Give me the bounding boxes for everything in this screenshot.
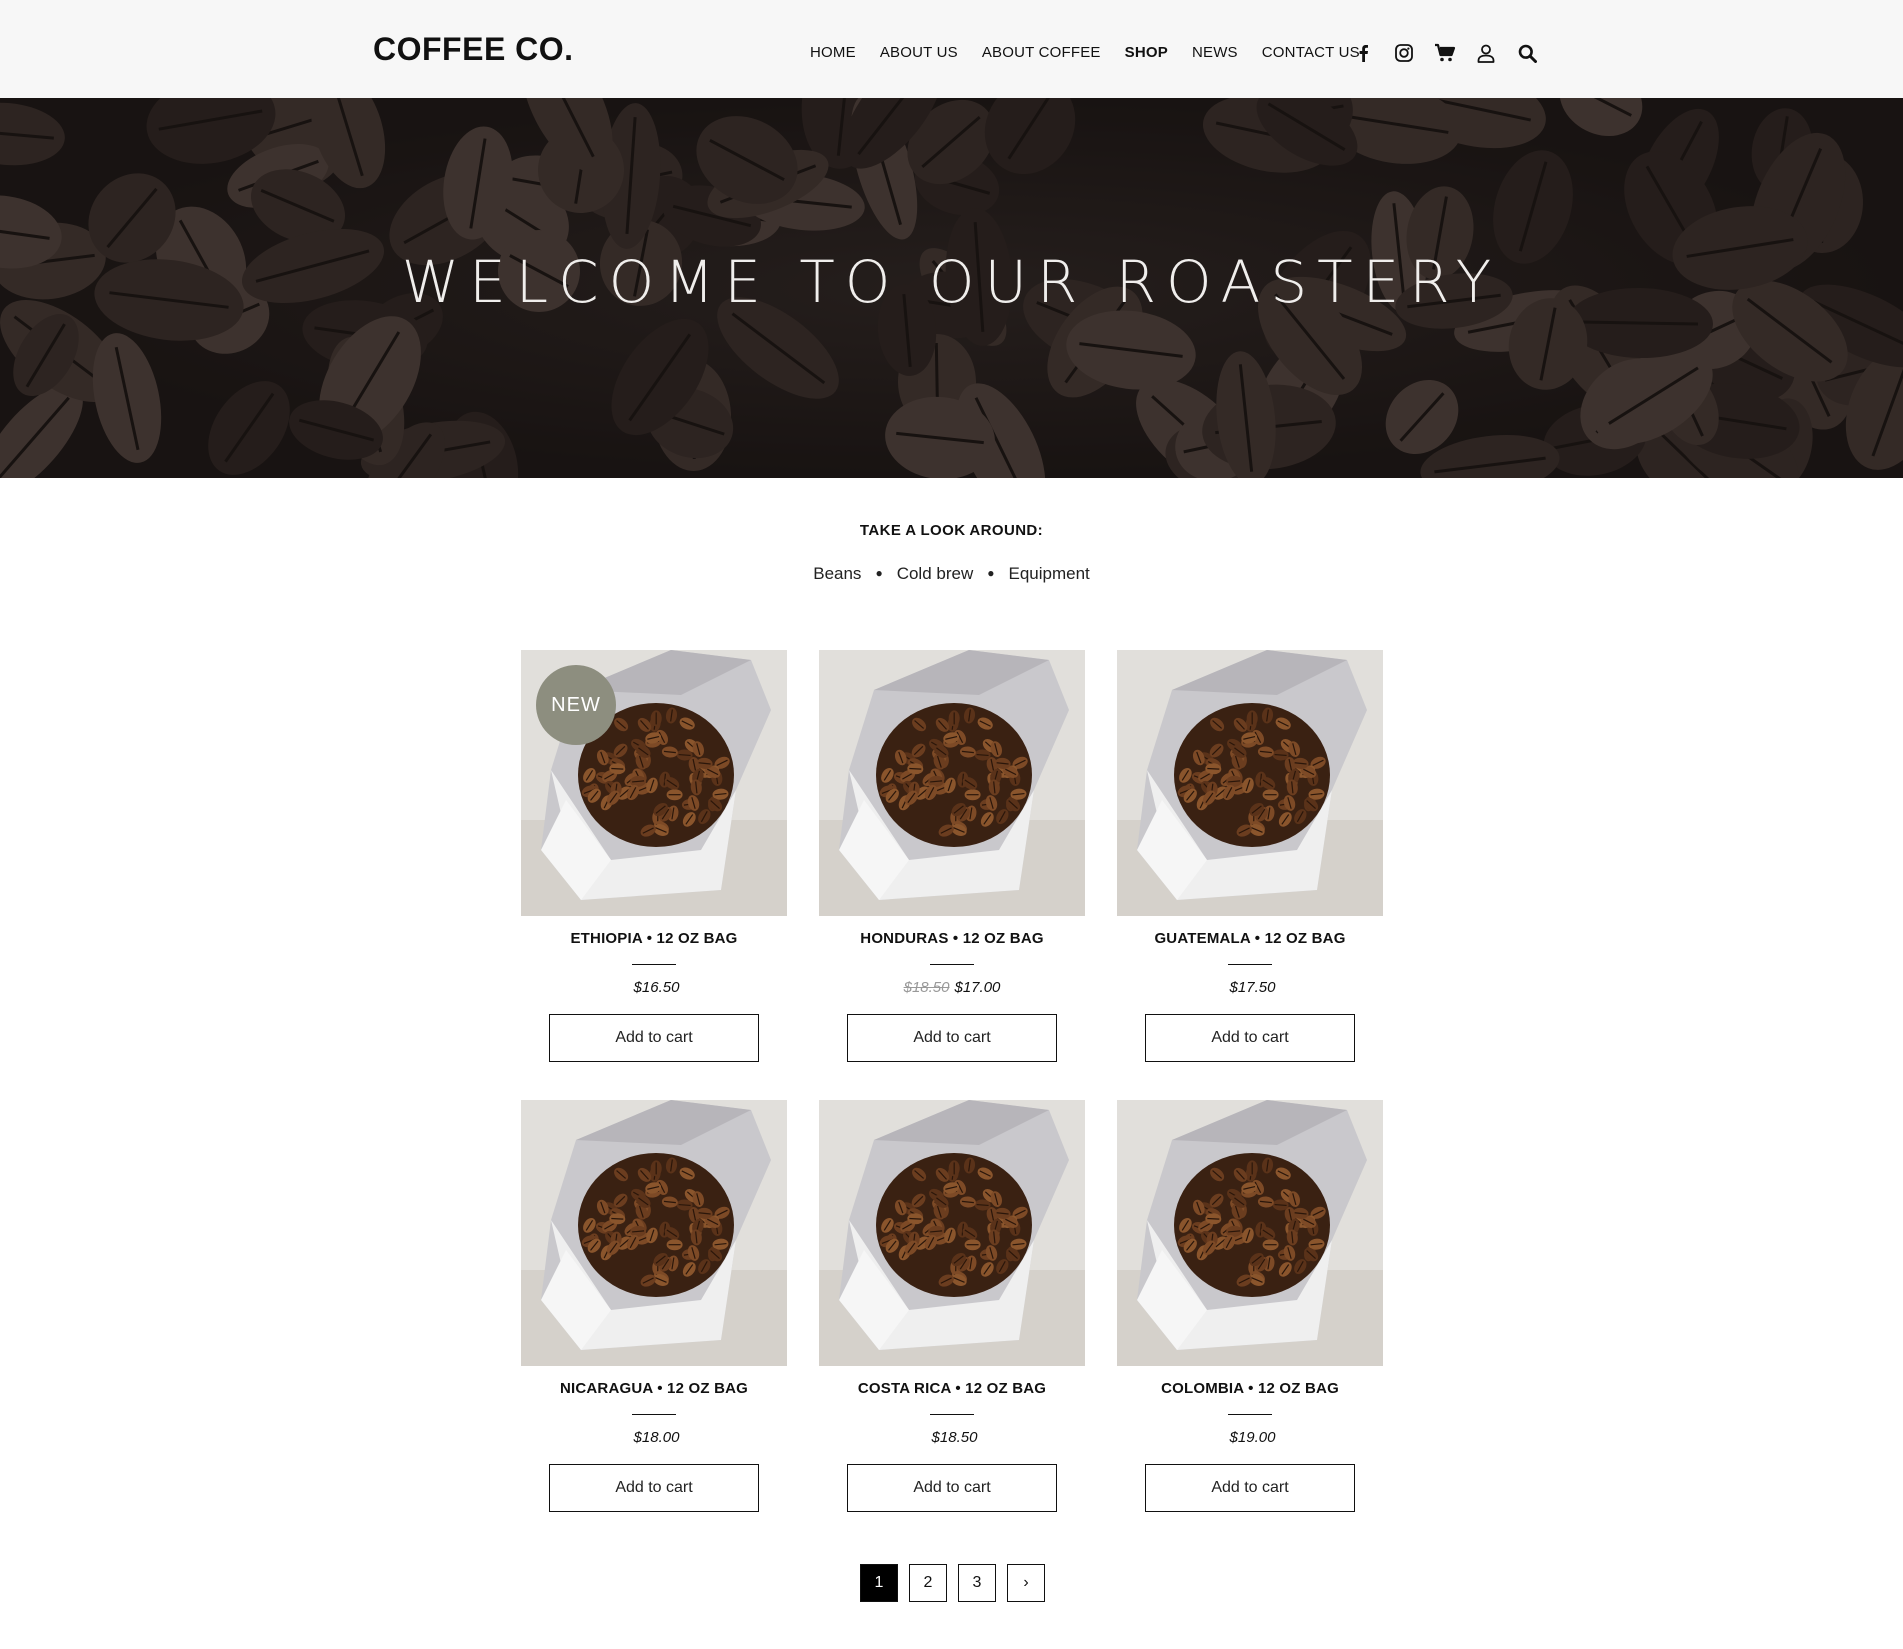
hero-banner: WELCOME TO OUR ROASTERY — [0, 98, 1903, 478]
category-cold-brew[interactable]: Cold brew — [897, 564, 974, 583]
facebook-icon[interactable] — [1352, 42, 1374, 64]
separator-dot: ● — [987, 566, 995, 580]
nav-about-us[interactable]: ABOUT US — [880, 44, 958, 61]
coffee-bag-image — [1117, 650, 1383, 916]
nav-home[interactable]: HOME — [810, 44, 856, 61]
nav-news[interactable]: NEWS — [1192, 44, 1238, 61]
header-icons — [1352, 42, 1557, 64]
add-to-cart-button[interactable]: Add to cart — [1145, 1464, 1355, 1512]
product-name[interactable]: HONDURAS • 12 OZ BAG — [819, 930, 1085, 947]
sale-price: $16.50 — [633, 979, 680, 996]
add-to-cart-button[interactable]: Add to cart — [1145, 1014, 1355, 1062]
sale-price: $18.00 — [633, 1429, 680, 1446]
product-image[interactable] — [1117, 650, 1383, 916]
sale-price: $19.00 — [1229, 1429, 1276, 1446]
page-1-button[interactable]: 1 — [860, 1564, 898, 1602]
product-name[interactable]: GUATEMALA • 12 OZ BAG — [1117, 930, 1383, 947]
coffee-bag-image — [521, 1100, 787, 1366]
page-2-button[interactable]: 2 — [909, 1564, 947, 1602]
sale-price: $17.50 — [1229, 979, 1276, 996]
category-beans[interactable]: Beans — [813, 564, 861, 583]
product-name[interactable]: COLOMBIA • 12 OZ BAG — [1117, 1380, 1383, 1397]
product-card[interactable]: NEW ETHIOPIA • 12 OZ BAG $16.50 Add to c… — [521, 650, 787, 1062]
category-filter: Beans ● Cold brew ● Equipment — [0, 564, 1903, 584]
add-to-cart-button[interactable]: Add to cart — [549, 1014, 759, 1062]
hero-title: WELCOME TO OUR ROASTERY — [401, 248, 1502, 316]
product-price: $19.00 — [1117, 1429, 1383, 1446]
original-price: $18.50 — [903, 979, 950, 996]
add-to-cart-button[interactable]: Add to cart — [549, 1464, 759, 1512]
sale-price: $18.50 — [931, 1429, 978, 1446]
product-image[interactable] — [819, 650, 1085, 916]
divider — [930, 1414, 974, 1415]
add-to-cart-button[interactable]: Add to cart — [847, 1014, 1057, 1062]
coffee-bag-image — [819, 650, 1085, 916]
nav-contact-us[interactable]: CONTACT US — [1262, 44, 1360, 61]
next-page-button[interactable]: › — [1007, 1564, 1045, 1602]
product-price: $17.50 — [1117, 979, 1383, 996]
product-grid: NEW ETHIOPIA • 12 OZ BAG $16.50 Add to c… — [521, 650, 1383, 1512]
pagination: 1 2 3 › — [860, 1564, 1056, 1602]
coffee-bag-image — [1117, 1100, 1383, 1366]
divider — [1228, 964, 1272, 965]
product-price: $16.50 — [521, 979, 787, 996]
sale-price: $17.00 — [954, 979, 1001, 996]
nav-about-coffee[interactable]: ABOUT COFFEE — [982, 44, 1101, 61]
search-icon[interactable] — [1516, 42, 1538, 64]
divider — [930, 964, 974, 965]
product-image[interactable]: NEW — [521, 650, 787, 916]
cart-icon[interactable] — [1434, 42, 1456, 64]
separator-dot: ● — [875, 566, 883, 580]
main-nav: HOME ABOUT US ABOUT COFFEE SHOP NEWS CON… — [810, 44, 1384, 61]
product-price: $18.50 $17.00 — [819, 979, 1085, 996]
product-price: $18.00 — [521, 1429, 787, 1446]
account-icon[interactable] — [1475, 42, 1497, 64]
coffee-bag-image — [819, 1100, 1085, 1366]
category-equipment[interactable]: Equipment — [1008, 564, 1089, 583]
product-card[interactable]: NICARAGUA • 12 OZ BAG $18.00 Add to cart — [521, 1100, 787, 1512]
product-card[interactable]: HONDURAS • 12 OZ BAG $18.50 $17.00 Add to… — [819, 650, 1085, 1062]
product-price: $18.50 — [819, 1429, 1085, 1446]
product-name[interactable]: NICARAGUA • 12 OZ BAG — [521, 1380, 787, 1397]
product-card[interactable]: COLOMBIA • 12 OZ BAG $19.00 Add to cart — [1117, 1100, 1383, 1512]
nav-shop[interactable]: SHOP — [1125, 44, 1168, 61]
product-image[interactable] — [819, 1100, 1085, 1366]
divider — [632, 1414, 676, 1415]
product-image[interactable] — [1117, 1100, 1383, 1366]
divider — [632, 964, 676, 965]
filter-heading: TAKE A LOOK AROUND: — [859, 522, 1044, 539]
product-card[interactable]: COSTA RICA • 12 OZ BAG $18.50 Add to car… — [819, 1100, 1085, 1512]
brand-logo[interactable]: COFFEE CO. — [373, 31, 574, 68]
divider — [1228, 1414, 1272, 1415]
site-header: COFFEE CO. HOME ABOUT US ABOUT COFFEE SH… — [0, 0, 1903, 98]
instagram-icon[interactable] — [1393, 42, 1415, 64]
page-3-button[interactable]: 3 — [958, 1564, 996, 1602]
product-image[interactable] — [521, 1100, 787, 1366]
product-name[interactable]: ETHIOPIA • 12 OZ BAG — [521, 930, 787, 947]
add-to-cart-button[interactable]: Add to cart — [847, 1464, 1057, 1512]
product-name[interactable]: COSTA RICA • 12 OZ BAG — [819, 1380, 1085, 1397]
product-card[interactable]: GUATEMALA • 12 OZ BAG $17.50 Add to cart — [1117, 650, 1383, 1062]
new-badge: NEW — [536, 665, 616, 745]
